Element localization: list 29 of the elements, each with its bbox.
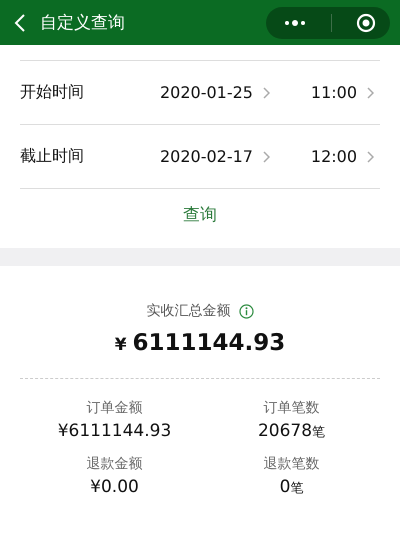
more-icon[interactable] — [284, 18, 306, 26]
date-picker[interactable]: 2020-01-25 — [160, 83, 270, 102]
query-button[interactable]: 查询 — [171, 197, 229, 232]
chevron-icon — [367, 150, 374, 162]
stat-label: 订单金额 — [86, 399, 142, 417]
stat-value: ¥0.00 — [90, 477, 139, 497]
chevron-icon — [367, 86, 374, 98]
stat-label: 订单笔数 — [264, 399, 320, 417]
chevron-icon — [262, 86, 270, 98]
currency-symbol: ¥ — [114, 335, 127, 355]
chevron-icon — [262, 150, 270, 162]
page-title: 自定义查询 — [40, 12, 126, 34]
row-label: 截止时间 — [20, 146, 85, 167]
row-label: 开始时间 — [20, 82, 85, 103]
summary-title: 实收汇总金额 — [146, 302, 230, 320]
stat-label: 退款金额 — [86, 455, 142, 473]
time-picker[interactable]: 12:00 — [310, 147, 374, 166]
stat-value: 20678 — [258, 421, 312, 441]
stat-unit: 笔 — [290, 480, 304, 497]
close-icon[interactable] — [356, 12, 376, 32]
stat-value: 0 — [280, 477, 290, 497]
info-icon[interactable] — [238, 304, 254, 318]
stat-label: 退款笔数 — [264, 455, 320, 473]
date-picker[interactable]: 2020-02-17 — [160, 147, 270, 166]
stat-value: ¥6111144.93 — [58, 421, 172, 441]
time-picker[interactable]: 11:00 — [310, 83, 374, 102]
stat-unit: 笔 — [312, 424, 326, 441]
total-amount: 6111144.93 — [132, 330, 286, 356]
back-icon[interactable] — [14, 14, 26, 32]
